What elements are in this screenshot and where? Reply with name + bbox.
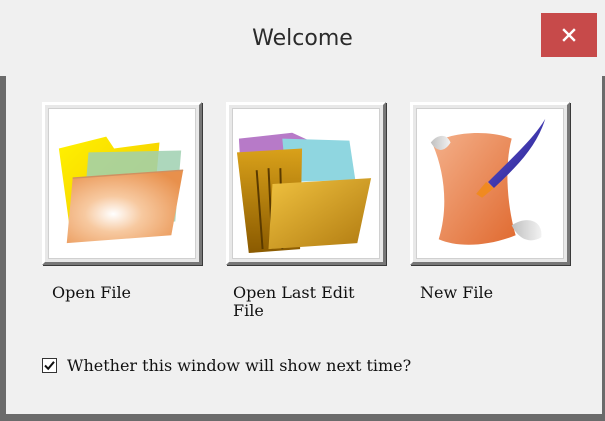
show-next-time-checkbox[interactable]	[42, 358, 57, 373]
close-button[interactable]	[541, 13, 597, 57]
open-file-button[interactable]	[42, 102, 202, 265]
title-bar[interactable]: Welcome	[0, 0, 605, 76]
new-file-label[interactable]: New File	[420, 284, 493, 302]
scroll-quill-icon	[430, 118, 546, 245]
open-last-edit-file-label[interactable]: Open Last Edit File	[233, 284, 383, 320]
folder-files-icon	[236, 132, 372, 254]
open-last-edit-file-button[interactable]	[226, 102, 386, 265]
dialog-body: Open File Open Last Edit File New File W…	[6, 76, 602, 414]
checkmark-icon	[44, 361, 55, 371]
welcome-dialog: Welcome Open File Open Last Edit File Ne…	[0, 0, 605, 421]
show-next-time-label: Whether this window will show next time?	[67, 356, 412, 375]
new-file-button[interactable]	[410, 102, 570, 265]
folder-icon	[58, 136, 184, 244]
open-file-label[interactable]: Open File	[52, 284, 131, 302]
window-title: Welcome	[252, 26, 353, 51]
show-next-time-row[interactable]: Whether this window will show next time?	[42, 356, 411, 375]
close-icon	[562, 28, 576, 42]
